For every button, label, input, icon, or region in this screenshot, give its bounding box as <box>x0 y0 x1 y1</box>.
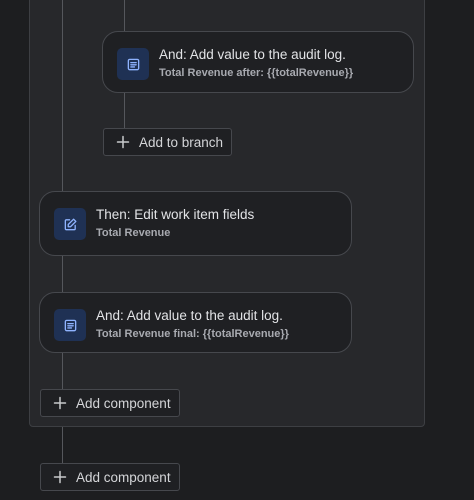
add-component-label: Add component <box>76 395 171 411</box>
component-subtitle: Total Revenue final: {{totalRevenue}} <box>96 328 289 340</box>
connector-line <box>124 93 125 128</box>
audit-log-icon <box>54 309 86 341</box>
component-title: Then: Edit work item fields <box>96 207 255 222</box>
connector-line <box>62 0 63 191</box>
add-component-button-outer[interactable]: Add component <box>40 463 180 491</box>
component-subtitle: Total Revenue after: {{totalRevenue}} <box>159 67 354 79</box>
rule-canvas: And: Add value to the audit log. Total R… <box>0 0 474 500</box>
add-component-label: Add component <box>76 469 171 485</box>
edit-icon <box>54 208 86 240</box>
plus-icon <box>53 396 67 410</box>
plus-icon <box>116 135 130 149</box>
edit-fields-component[interactable]: Then: Edit work item fields Total Revenu… <box>39 191 352 256</box>
add-to-branch-button[interactable]: Add to branch <box>103 128 232 156</box>
component-subtitle: Total Revenue <box>96 227 171 239</box>
connector-line <box>62 427 63 463</box>
connector-line <box>124 0 125 31</box>
add-component-button-inner[interactable]: Add component <box>40 389 180 417</box>
plus-icon <box>53 470 67 484</box>
connector-line <box>62 256 63 292</box>
add-to-branch-label: Add to branch <box>139 134 224 150</box>
component-title: And: Add value to the audit log. <box>159 47 346 62</box>
connector-line <box>62 353 63 389</box>
audit-log-component-branch[interactable]: And: Add value to the audit log. Total R… <box>102 31 414 93</box>
audit-log-icon <box>117 48 149 80</box>
component-title: And: Add value to the audit log. <box>96 308 283 323</box>
audit-log-component-main[interactable]: And: Add value to the audit log. Total R… <box>39 292 352 353</box>
